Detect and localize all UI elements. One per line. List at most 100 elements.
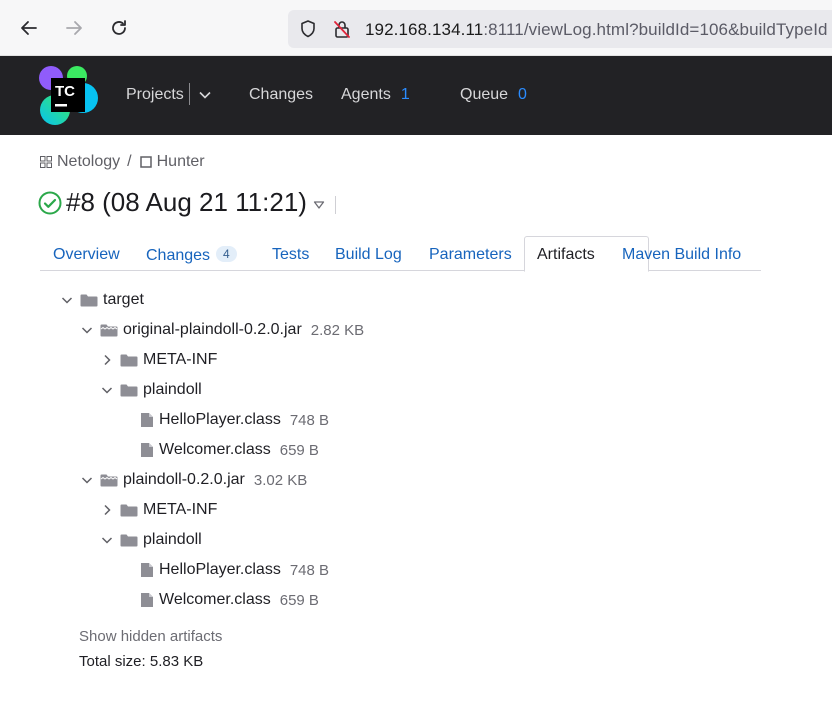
tree-item-label: HelloPlayer.class [159,561,281,578]
file-size: 659 B [279,441,319,459]
title-divider [334,195,336,214]
tree-item-label: plaindoll [143,381,202,398]
breadcrumb: Netology / Hunter [40,153,205,171]
url-text[interactable]: 192.168.134.11:8111/viewLog.html?buildId… [365,20,828,40]
changes-count-badge: 4 [216,246,237,262]
nav-divider [189,83,190,105]
chevron-right-icon[interactable] [100,353,114,367]
tree-row-folder[interactable]: META-INF [100,499,217,521]
tree-row-folder[interactable]: plaindoll [100,379,202,401]
queue-count: 0 [518,86,527,103]
build-tabs: Overview Changes 4 Tests Build Log Parame… [40,236,761,272]
folder-icon [120,354,138,367]
nav-agents[interactable]: Agents 1 [341,86,410,104]
tree-row-file[interactable]: Welcomer.class 659 B [140,439,319,461]
chevron-down-icon[interactable] [80,473,94,487]
tab-overview[interactable]: Overview [53,246,120,264]
nav-projects[interactable]: Projects [126,86,184,104]
insecure-lock-icon[interactable] [332,19,352,39]
file-size: 2.82 KB [310,321,365,339]
file-icon [141,563,153,577]
tab-label: Build Log [335,246,402,263]
file-size: 3.02 KB [253,471,308,489]
teamcity-header: TC Projects Changes Agents 1 Queue 0 [0,56,832,135]
file-size: 748 B [289,411,330,429]
archive-icon [100,324,118,337]
tree-item-label: HelloPlayer.class [159,411,281,428]
breadcrumb-separator: / [127,153,132,170]
chevron-down-icon[interactable] [60,293,74,307]
logo-text: TC [55,83,75,100]
chevron-down-icon[interactable] [100,533,114,547]
nav-changes[interactable]: Changes [249,86,313,104]
nav-agents-label: Agents [341,86,391,103]
tab-label: Tests [272,246,310,263]
forward-button[interactable] [60,14,88,42]
project-grid-icon [40,156,52,168]
chevron-down-icon[interactable] [198,88,212,102]
build-title: #8 (08 Aug 21 11:21) [38,187,336,218]
teamcity-logo[interactable]: TC [37,64,99,126]
tab-label: Changes [146,247,211,264]
tree-item-label: plaindoll-0.2.0.jar [123,471,245,488]
tree-item-label: Welcomer.class [159,591,271,608]
reload-icon [112,20,126,35]
folder-icon [120,534,138,547]
chevron-down-icon[interactable] [80,323,94,337]
tab-maven-build-info[interactable]: Maven Build Info [622,246,741,264]
tab-tests[interactable]: Tests [272,246,309,264]
url-host: 192.168.134.11 [365,20,484,39]
tab-changes[interactable]: Changes 4 [146,246,237,265]
tree-row-folder[interactable]: plaindoll [100,529,202,551]
agents-count: 1 [400,86,410,103]
breadcrumb-build-config[interactable]: Hunter [157,153,205,171]
tree-row-folder[interactable]: META-INF [100,349,217,371]
tree-row-target[interactable]: target [60,289,144,311]
tab-label: Overview [53,246,120,263]
tree-row-file[interactable]: HelloPlayer.class 748 B [140,409,329,431]
total-size: Total size: 5.83 KB [79,653,204,670]
tab-parameters[interactable]: Parameters [429,246,512,264]
tree-row-file[interactable]: Welcomer.class 659 B [140,589,319,611]
nav-changes-label: Changes [249,86,314,103]
build-config-icon [139,156,152,168]
browser-toolbar: 192.168.134.11:8111/viewLog.html?buildId… [0,0,832,56]
file-icon [141,593,153,607]
url-path: :8111/viewLog.html?buildId=106&buildType… [483,20,828,39]
build-title-text: #8 (08 Aug 21 11:21) [66,187,307,217]
tab-label: Maven Build Info [622,246,742,263]
nav-projects-label: Projects [126,86,184,103]
tree-row-jar[interactable]: plaindoll-0.2.0.jar 3.02 KB [80,469,307,491]
shield-icon[interactable] [298,19,318,39]
nav-queue-label: Queue [460,86,509,103]
breadcrumb-project[interactable]: Netology [57,153,120,171]
arrow-right-icon [66,21,82,35]
archive-icon [100,474,118,487]
show-hidden-artifacts-link[interactable]: Show hidden artifacts [79,628,222,645]
tree-item-label: META-INF [143,501,218,518]
tree-item-label: target [103,291,144,308]
file-size: 659 B [279,591,319,609]
folder-icon [120,384,138,397]
tree-item-label: Welcomer.class [159,441,271,458]
chevron-down-icon[interactable] [100,383,114,397]
tab-build-log[interactable]: Build Log [335,246,402,264]
tree-item-label: plaindoll [143,531,202,548]
tree-row-jar[interactable]: original-plaindoll-0.2.0.jar 2.82 KB [80,319,364,341]
tree-item-label: original-plaindoll-0.2.0.jar [123,321,302,338]
file-size: 748 B [289,561,330,579]
tree-row-file[interactable]: HelloPlayer.class 748 B [140,559,329,581]
nav-queue[interactable]: Queue 0 [460,86,527,104]
tab-label: Artifacts [537,246,595,263]
arrow-left-icon [21,21,37,35]
chevron-right-icon[interactable] [100,503,114,517]
address-bar[interactable]: 192.168.134.11:8111/viewLog.html?buildId… [288,10,832,48]
back-button[interactable] [15,14,43,42]
triangle-down-icon [313,200,325,209]
tree-item-label: META-INF [143,351,218,368]
reload-button[interactable] [105,14,133,42]
build-actions-dropdown[interactable] [313,200,325,210]
tab-label: Parameters [429,246,512,263]
success-check-icon [38,191,62,214]
folder-icon [80,294,98,307]
